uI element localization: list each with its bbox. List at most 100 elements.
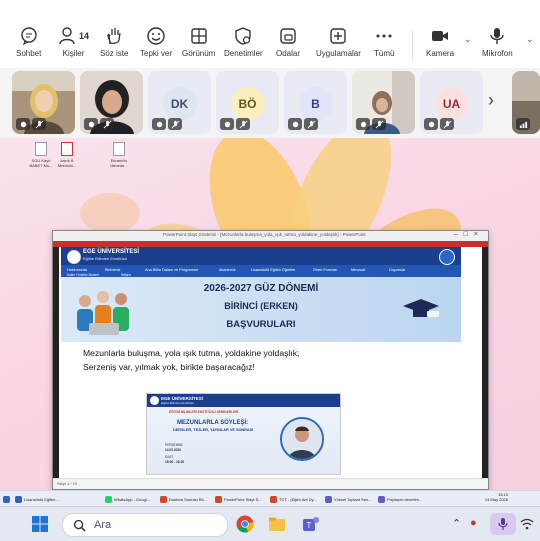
tray-clock[interactable]: 15:13 14 May 2026	[485, 492, 508, 502]
powerpoint-icon	[160, 495, 167, 503]
people-icon	[59, 27, 75, 45]
avatar: B	[298, 87, 333, 121]
emoji-icon	[147, 27, 165, 45]
tray-chevron-icon[interactable]: ⌃	[452, 517, 461, 530]
announcement-ribbon: EĞİTİM BİLİMLERİ ENSTİTÜSÜ SEMİNERLERİ	[169, 410, 239, 414]
participant-tile[interactable]	[12, 71, 75, 134]
more-icon	[376, 34, 392, 38]
chat-icon	[20, 27, 37, 46]
window-titlebar[interactable]: PowerPoint Slayt Gösterisi - [Mezunlarla…	[53, 231, 488, 241]
document-icon	[35, 142, 47, 156]
ppt-statusbar: Slayt 1 / 19	[53, 478, 488, 489]
tile-status	[16, 118, 46, 130]
raise-hand-button[interactable]: Söz iste	[100, 26, 128, 58]
university-logo-icon	[67, 250, 81, 264]
clock-date: 14 May 2026	[484, 497, 508, 502]
more-label: Tümü	[374, 49, 395, 58]
participant-strip: DK BÖ B UA ›	[0, 68, 540, 138]
file-explorer-icon[interactable]	[268, 515, 286, 533]
participant-tile[interactable]: B	[284, 71, 347, 134]
tile-status	[424, 118, 454, 130]
chat-label: Sohbet	[16, 49, 42, 58]
more-button[interactable]: Tümü	[374, 26, 394, 58]
signal-icon	[516, 118, 530, 130]
taskbar-app[interactable]: Yüksel Toplant Sen...	[325, 493, 372, 505]
site-header: EGE ÜNİVERSİTESİ Eğitim Bilimleri Enstit…	[61, 247, 461, 265]
pdf-icon	[61, 142, 73, 156]
chat-button[interactable]: Sohbet	[16, 26, 41, 58]
chrome-icon[interactable]	[236, 515, 254, 533]
desktop-file-icon[interactable]: Ekranlılık bilmede...	[104, 142, 134, 168]
nav-item: Ana Bilim Dalları ve Programlar	[145, 268, 198, 272]
camera-icon	[432, 31, 448, 41]
raise-hand-label: Söz iste	[100, 49, 129, 58]
hand-icon	[152, 118, 166, 130]
mic-options-chevron-icon[interactable]: ⌄	[526, 34, 534, 45]
next-participants-chevron-icon[interactable]: ›	[488, 90, 494, 111]
taskbar-app[interactable]: Doktora Sonrası Bil...	[160, 493, 207, 505]
taskbar-app[interactable]: WhatsApp - Googl...	[105, 493, 150, 505]
taskbar-search[interactable]: Ara	[62, 513, 228, 537]
tile-status	[516, 118, 530, 130]
teams-icon	[378, 495, 385, 503]
mic-off-icon	[100, 118, 114, 130]
rooms-icon	[280, 28, 296, 44]
wifi-icon[interactable]	[520, 517, 534, 531]
controls-button[interactable]: Denetimler	[224, 26, 263, 58]
participant-tile[interactable]: BÖ	[216, 71, 279, 134]
app-label: Yüksel Toplant Sen...	[334, 496, 372, 502]
taskbar-app[interactable]: TCT - (Eğim Ant Üy...	[270, 493, 317, 505]
hand-icon	[288, 118, 302, 130]
view-label: Görünüm	[182, 49, 216, 58]
participant-tile[interactable]: DK	[148, 71, 211, 134]
powerpoint-window[interactable]: PowerPoint Slayt Gösterisi - [Mezunlarla…	[52, 230, 489, 490]
rooms-button[interactable]: Odalar	[276, 26, 300, 58]
participant-tile[interactable]	[352, 71, 415, 134]
nav-item: Akademik	[219, 268, 236, 272]
view-button[interactable]: Görünüm	[182, 26, 215, 58]
taskbar-app[interactable]: Lisansüstü Eğitim...	[15, 493, 59, 505]
taskbar-app[interactable]: PowerPoint Slayt S...	[215, 493, 262, 505]
mic-off-icon	[440, 118, 454, 130]
file-label: kazık B Mrsölülü...	[57, 158, 77, 168]
mic-off-icon	[304, 118, 318, 130]
site-nav: Hakkımızda Birimimiz Ana Bilim Dalları v…	[61, 265, 461, 277]
mic-off-icon	[236, 118, 250, 130]
apps-plus-icon	[330, 28, 347, 44]
window-controls[interactable]: –□×	[454, 231, 484, 238]
participant-tile[interactable]	[80, 71, 143, 134]
graduation-cap-icon	[403, 299, 439, 317]
app-label: PowerPoint Slayt S...	[224, 496, 262, 502]
participant-tile[interactable]: UA	[420, 71, 483, 134]
react-button[interactable]: Tepki ver	[140, 26, 172, 58]
layout-icon	[190, 28, 207, 44]
teams-taskbar-icon[interactable]: T	[302, 515, 320, 533]
university-logo-icon	[150, 396, 159, 405]
participant-count: 14	[79, 31, 90, 41]
nav-item: Duyurular	[389, 268, 406, 272]
mic-muted-icon[interactable]: ●	[470, 517, 477, 529]
window-title: PowerPoint Slayt Gösterisi - [Mezunlarla…	[163, 232, 366, 237]
people-label: Kişiler	[62, 49, 85, 58]
people-button[interactable]: 14 Kişiler	[58, 26, 89, 58]
nav-item: Birimimiz	[105, 268, 121, 272]
site-banner: 2026-2027 GÜZ DÖNEMİ BİRİNCİ (ERKEN) BAŞ…	[61, 277, 461, 342]
microphone-label: Mikrofon	[482, 49, 513, 58]
app-label: Lisansüstü Eğitim...	[24, 496, 59, 502]
slide: EGE ÜNİVERSİTESİ Eğitim Bilimleri Enstit…	[53, 247, 488, 479]
slide-border	[53, 247, 59, 479]
camera-button[interactable]: Kamera	[426, 26, 454, 58]
microphone-icon	[490, 28, 505, 44]
announcement-body: EĞİTİM BİLİMLERİ ENSTİTÜSÜ SEMİNERLERİ M…	[147, 407, 340, 474]
windows-taskbar: Ara T ⌃ ●	[0, 506, 540, 541]
start-icon[interactable]	[3, 493, 10, 505]
participant-tile[interactable]	[512, 71, 540, 134]
mic-tray-button[interactable]	[490, 513, 516, 535]
windows-start-icon[interactable]	[32, 516, 48, 532]
mic-off-icon	[168, 118, 182, 130]
taskbar-app[interactable]: Paylaşım denetim...	[378, 493, 422, 505]
apps-button[interactable]: Uygulamalar	[316, 26, 361, 58]
microphone-button[interactable]: Mikrofon	[482, 26, 513, 58]
desktop-file-icon[interactable]: kazık B Mrsölülü...	[52, 142, 82, 168]
camera-options-chevron-icon[interactable]: ⌄	[464, 34, 472, 45]
